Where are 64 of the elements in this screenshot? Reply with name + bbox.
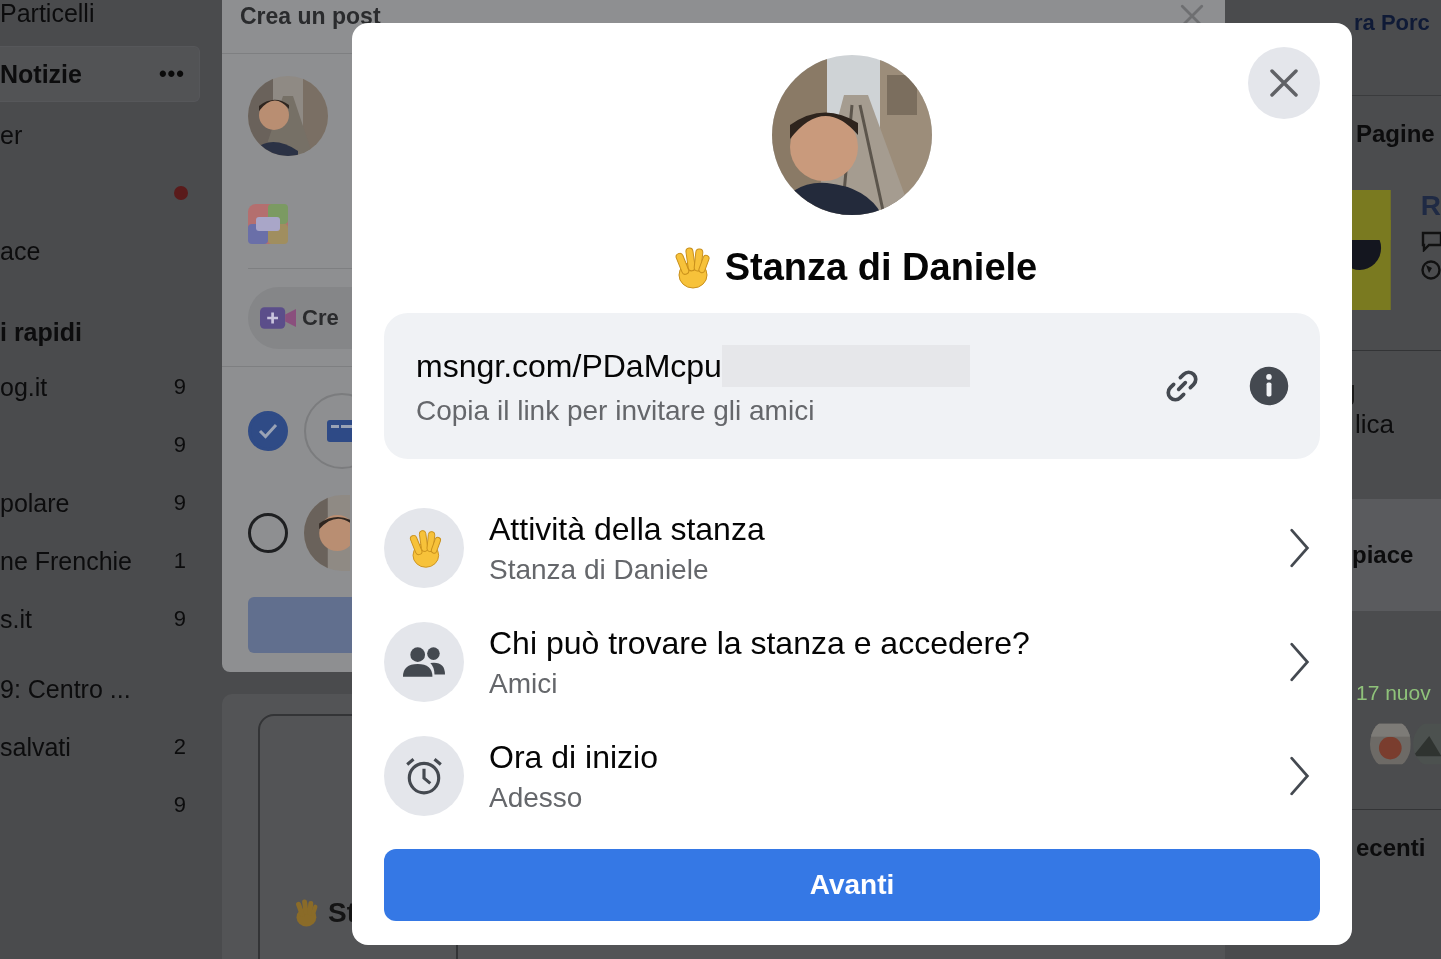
selection-checkbox[interactable] <box>248 513 288 553</box>
setting-title: Attività della stanza <box>489 510 766 548</box>
notification-dot <box>174 186 188 200</box>
close-icon <box>1268 67 1300 99</box>
video-camera-icon <box>260 305 296 331</box>
globe-icon <box>1420 260 1441 280</box>
sidebar-item[interactable]: polare 9 <box>0 474 222 532</box>
selection-checkbox[interactable] <box>248 411 288 451</box>
sidebar-item[interactable]: og.it 9 <box>0 358 222 416</box>
item-count: 9 <box>173 792 186 818</box>
sidebar-item[interactable]: Particelli <box>0 0 222 42</box>
contact-name[interactable]: ra Porc <box>1354 10 1430 36</box>
sidebar-label: salvati <box>0 732 71 762</box>
item-count: 9 <box>173 374 186 400</box>
more-button[interactable]: ••• <box>158 61 185 87</box>
invite-link[interactable]: msngr.com/PDaMcpu <box>416 347 722 385</box>
sidebar-label: polare <box>0 488 70 518</box>
chevron-right-icon <box>1288 527 1310 569</box>
sidebar-item[interactable]: 9: Centro ... <box>0 660 222 718</box>
next-button[interactable]: Avanti <box>384 849 1320 921</box>
section-heading: ecenti <box>1356 834 1426 862</box>
setting-value: Adesso <box>489 781 584 814</box>
link-hint: Copia il link per invitare gli amici <box>416 395 816 427</box>
sidebar-item[interactable]: ne Frenchie 1 <box>0 532 222 590</box>
people-icon <box>403 645 445 679</box>
settings-row[interactable]: Attività della stanza Stanza di Daniele <box>384 491 1320 605</box>
sidebar-label: 9: Centro ... <box>0 674 131 704</box>
setting-title: Ora di inizio <box>489 738 659 776</box>
info-icon[interactable] <box>1248 365 1290 407</box>
item-count: 9 <box>173 606 186 632</box>
sidebar-item[interactable]: 9 <box>0 416 222 474</box>
sidebar-label: er <box>0 120 23 150</box>
sidebar-label: ace <box>0 236 41 266</box>
sidebar-label: Particelli <box>0 0 95 28</box>
chevron-right-icon <box>1288 641 1310 683</box>
chat-icon <box>1420 230 1441 252</box>
settings-row[interactable]: Ora di inizio Adesso <box>384 719 1320 833</box>
dialog-title: Crea un post <box>240 3 381 30</box>
setting-value: Stanza di Daniele <box>489 553 710 586</box>
sidebar-item[interactable]: Notizie ••• <box>0 46 200 102</box>
sidebar-item[interactable]: s.it 9 <box>0 590 222 648</box>
sidebar-item[interactable]: 9 <box>0 776 222 834</box>
setting-value: Amici <box>489 667 559 700</box>
new-posts-count: 17 nuov <box>1356 681 1431 704</box>
alarm-clock-icon <box>403 755 445 797</box>
sidebar-label: s.it <box>0 604 32 634</box>
settings-row[interactable]: Chi può trovare la stanza e accedere? Amici <box>384 605 1320 719</box>
item-count: 1 <box>173 548 186 574</box>
setting-title: Chi può trovare la stanza e accedere? <box>489 624 1031 662</box>
sidebar-label: og.it <box>0 372 48 402</box>
sidebar-item[interactable]: salvati 2 <box>0 718 222 776</box>
item-count: 9 <box>173 490 186 516</box>
chevron-right-icon <box>1288 755 1310 797</box>
section-heading: piace <box>1352 541 1414 569</box>
section-heading: i rapidi <box>0 316 83 348</box>
item-count: 2 <box>173 734 186 760</box>
sidebar-label: Notizie <box>0 59 82 89</box>
room-title: Stanza di Daniele <box>724 245 1038 289</box>
action-label[interactable]: lica <box>1352 409 1441 440</box>
item-count: 9 <box>173 432 186 458</box>
sidebar-item[interactable]: er <box>0 106 222 164</box>
sidebar-item[interactable]: ace <box>0 222 222 280</box>
sidebar-label: ne Frenchie <box>0 546 133 576</box>
section-heading: Pagine <box>1356 120 1435 148</box>
